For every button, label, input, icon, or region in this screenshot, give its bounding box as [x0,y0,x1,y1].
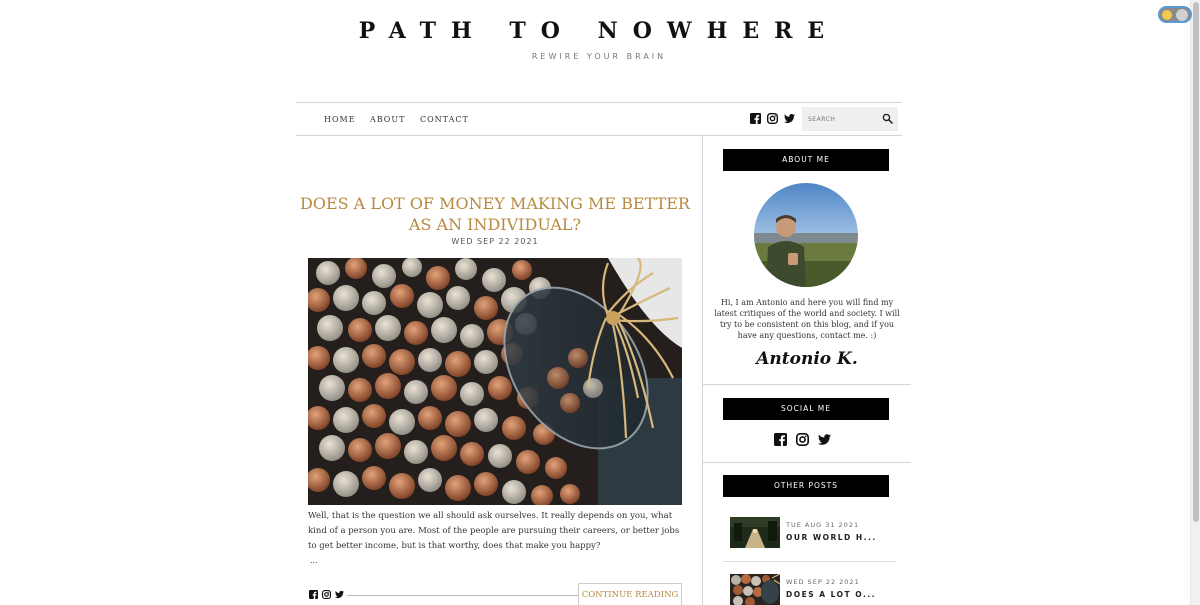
page-scrollbar[interactable] [1190,0,1200,605]
coins-jar-illustration [308,258,682,505]
instagram-icon[interactable] [322,590,331,599]
post-title[interactable]: DOES A LOT OF MONEY MAKING ME BETTER AS … [300,193,690,235]
facebook-icon[interactable] [309,590,318,599]
main-navbar: HOME ABOUT CONTACT [296,102,902,136]
author-avatar [754,183,858,287]
other-post-item[interactable]: WED SEP 22 2021 DOES A LOT O... [730,574,900,605]
facebook-icon[interactable] [750,113,761,124]
toggle-knob [1176,9,1188,21]
sun-icon [1162,10,1172,20]
post-featured-image[interactable] [308,258,682,505]
scrollbar-thumb[interactable] [1193,2,1199,522]
author-photo [754,183,858,287]
theme-toggle[interactable] [1158,6,1192,23]
twitter-icon[interactable] [784,113,795,124]
other-post-thumbnail[interactable] [730,574,780,605]
nav-home[interactable]: HOME [324,115,356,124]
other-posts-heading: OTHER POSTS [723,475,889,497]
search-icon[interactable] [882,113,893,124]
other-posts-separator [723,561,896,562]
continue-reading-button[interactable]: CONTINUE READING [578,583,682,605]
about-me-heading: ABOUT ME [723,149,889,171]
instagram-icon[interactable] [767,113,778,124]
other-post-title[interactable]: DOES A LOT O... [786,590,906,599]
content-sidebar-divider [702,136,703,605]
facebook-icon[interactable] [774,433,787,446]
search-input[interactable] [808,114,878,125]
coins-thumbnail-image [730,574,780,605]
post-footer-line [347,595,578,596]
instagram-icon[interactable] [796,433,809,446]
sidebar-divider [703,384,911,385]
sidebar-divider [703,462,911,463]
post-ellipsis: ... [310,556,318,565]
other-post-thumbnail[interactable] [730,517,780,548]
road-night-image [730,517,780,548]
other-post-date: WED SEP 22 2021 [786,578,860,586]
other-post-title[interactable]: OUR WORLD H... [786,533,906,542]
other-post-date: TUE AUG 31 2021 [786,521,860,529]
about-text: Hi, I am Antonio and here you will find … [714,298,900,340]
other-post-item[interactable]: TUE AUG 31 2021 OUR WORLD H... [730,517,900,549]
site-tagline: REWIRE YOUR BRAIN [531,52,667,61]
author-signature: Antonio K. [756,349,858,369]
twitter-icon[interactable] [818,433,831,446]
search-box [802,107,898,131]
site-title[interactable]: PATH TO NOWHERE [296,18,902,44]
post-excerpt: Well, that is the question we all should… [308,511,680,551]
social-me-heading: SOCIAL ME [723,398,889,420]
post-date: WED SEP 22 2021 [451,237,539,246]
nav-about[interactable]: ABOUT [370,115,405,124]
twitter-icon[interactable] [335,590,344,599]
nav-contact[interactable]: CONTACT [420,115,469,124]
